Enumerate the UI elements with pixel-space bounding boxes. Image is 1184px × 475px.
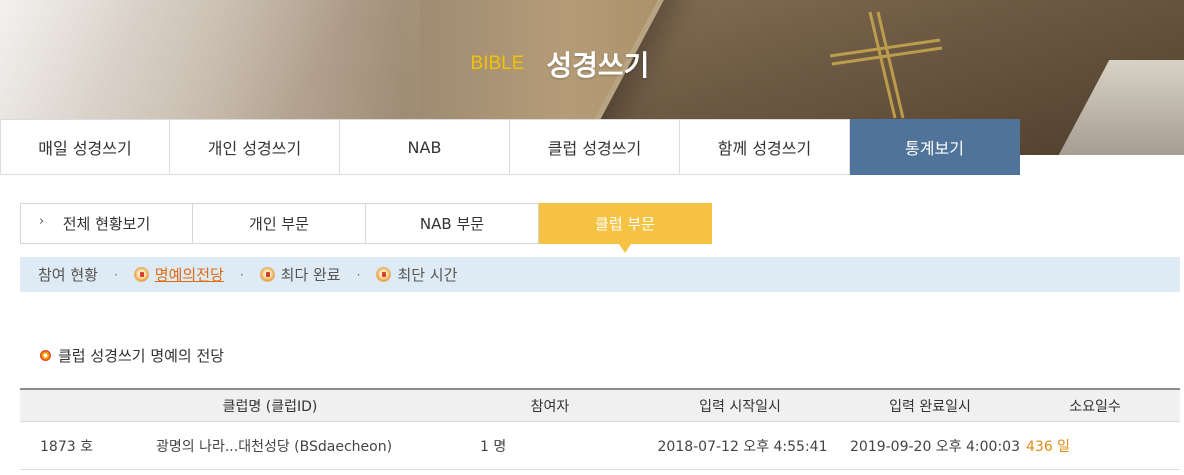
medal-icon [259,267,275,282]
table-row: 1873 호 광명의 나라...대천성당 (BSdaecheon) 1 명 20… [20,422,1180,470]
submenu-separator: · [356,267,361,282]
cell-participants: 1 명 [480,438,507,455]
tab-club-label: 클럽 부문 [595,215,655,233]
submenu-participation[interactable]: 참여 현황 [38,264,98,285]
tab-club[interactable]: 클럽 부문 [539,203,712,253]
column-header-days: 소요일수 [1069,398,1121,415]
main-nav-personal[interactable]: 개인 성경쓰기 [170,119,340,175]
main-nav-together[interactable]: 함께 성경쓰기 [680,119,850,175]
cell-end: 2019-09-20 오후 4:00:03 [850,438,1020,455]
sub-tabs: › 전체 현황보기 개인 부문 NAB 부문 클럽 부문 [20,203,712,253]
table-header: 클럽명 (클럽ID) 참여자 입력 시작일시 입력 완료일시 소요일수 [20,388,1180,422]
column-header-club: 클럽명 (클럽ID) [222,398,318,415]
bullet-icon [40,350,51,361]
sub-menu: 참여 현황 · 명예의전당 · 최다 완료 · 최단 시간 [20,257,1180,292]
tab-personal-label: 개인 부문 [249,215,309,233]
main-nav-statistics[interactable]: 통계보기 [850,119,1020,175]
submenu-separator: · [239,267,244,282]
tab-overall[interactable]: › 전체 현황보기 [20,203,193,244]
submenu-most-completed[interactable]: 최다 완료 [281,264,341,285]
column-header-end: 입력 완료일시 [889,398,971,415]
cell-club: 광명의 나라...대천성당 (BSdaecheon) [156,438,393,455]
section-heading: 클럽 성경쓰기 명예의 전당 [40,345,224,366]
page-title-ko: 성경쓰기 [546,50,650,81]
cell-days: 436 일 [1026,438,1071,455]
main-nav-club[interactable]: 클럽 성경쓰기 [510,119,680,175]
cell-rank: 1873 호 [40,438,93,455]
submenu-separator: · [113,267,118,282]
submenu-shortest-time[interactable]: 최단 시간 [397,264,457,285]
tab-overall-label: 전체 현황보기 [62,215,151,233]
page-title-en: BIBLE [470,53,525,74]
tab-nab-label: NAB 부문 [419,215,485,233]
cell-start: 2018-07-12 오후 4:55:41 [657,438,828,455]
submenu-hall-of-fame[interactable]: 명예의전당 [155,264,224,285]
hall-of-fame-table: 클럽명 (클럽ID) 참여자 입력 시작일시 입력 완료일시 소요일수 1873… [20,388,1180,470]
column-header-start: 입력 시작일시 [699,398,781,415]
column-header-participants: 참여자 [530,398,570,415]
tab-personal[interactable]: 개인 부문 [193,203,366,244]
main-nav-daily[interactable]: 매일 성경쓰기 [0,119,170,175]
section-heading-text: 클럽 성경쓰기 명예의 전당 [58,347,225,365]
main-nav: 매일 성경쓰기 개인 성경쓰기 NAB 클럽 성경쓰기 함께 성경쓰기 통계보기 [0,119,1020,175]
chevron-right-icon: › [39,214,45,229]
tab-nab[interactable]: NAB 부문 [366,203,539,244]
medal-icon [376,267,392,282]
page-title: BIBLE 성경쓰기 [0,44,1120,84]
main-nav-nab[interactable]: NAB [340,119,510,175]
medal-icon [133,267,149,282]
